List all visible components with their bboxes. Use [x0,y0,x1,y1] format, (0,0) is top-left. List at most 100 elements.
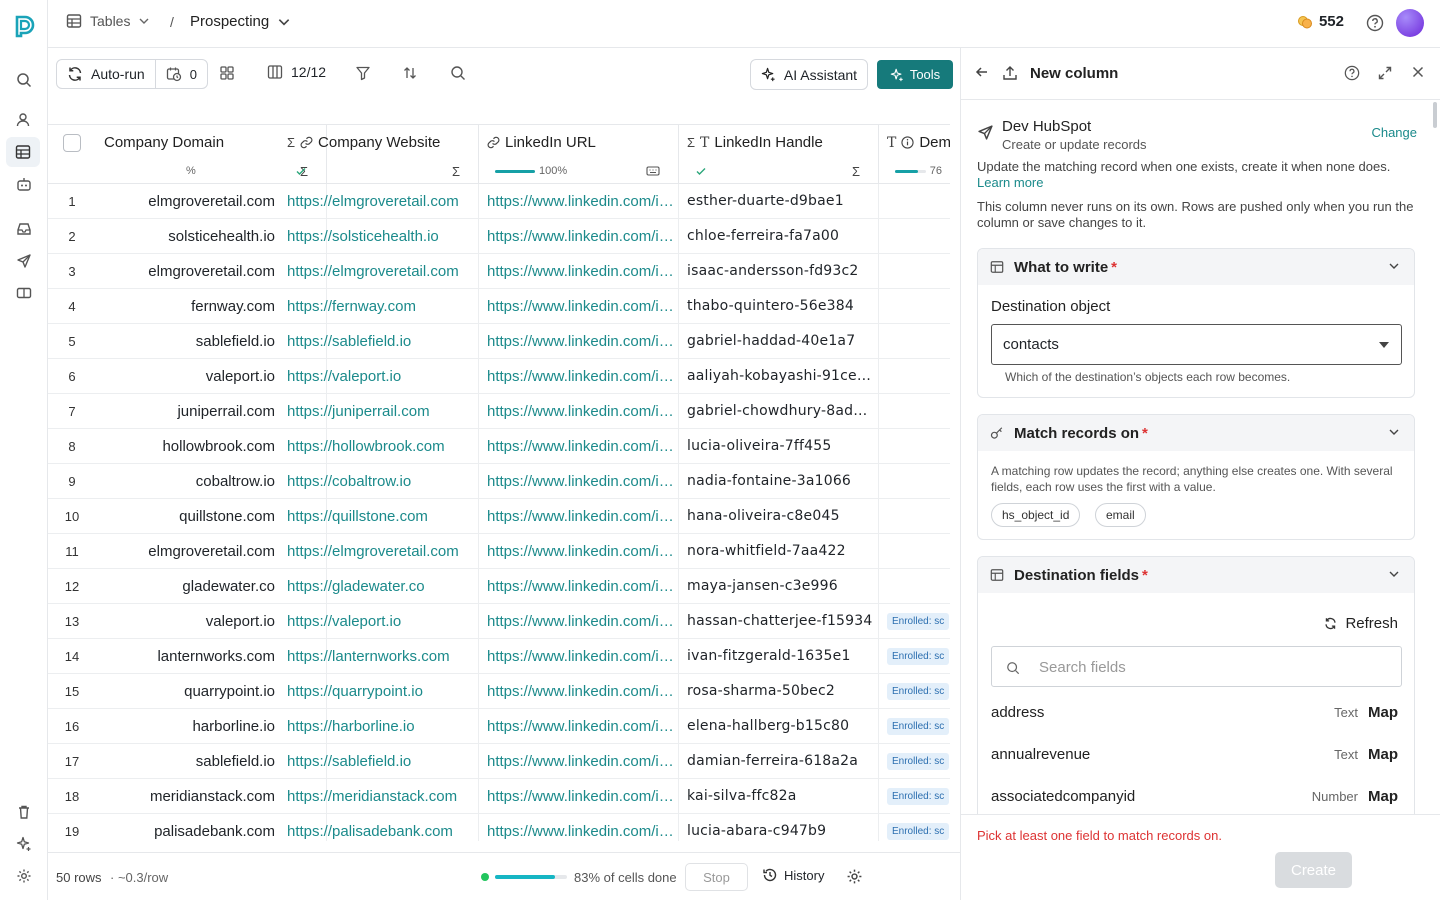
company-website-cell[interactable]: https://hollowbrook.com [279,429,479,463]
send-icon[interactable] [12,249,36,273]
linkedin-url-link[interactable]: https://www.linkedin.com/i… [487,403,674,420]
what-to-write-header[interactable]: What to write * [978,249,1414,285]
dem-cell[interactable] [879,464,950,498]
linkedin-url-link[interactable]: https://www.linkedin.com/i… [487,823,674,840]
linkedin-handle-cell[interactable]: gabriel-chowdhury-8ad… [679,394,879,428]
linkedin-url-cell[interactable]: https://www.linkedin.com/i… [479,254,679,288]
trash-icon[interactable] [12,800,36,824]
contacts-icon[interactable] [12,108,36,132]
tools-button[interactable]: Tools [877,60,953,89]
dem-cell[interactable]: Enrolled: sc [879,779,950,813]
change-destination-link[interactable]: Change [1371,125,1417,140]
table-row[interactable]: 4 fernway.com https://fernway.com https://w… [48,289,950,324]
linkedin-url-cell[interactable]: https://www.linkedin.com/i… [479,324,679,358]
breadcrumb-tables[interactable]: Tables [66,13,150,29]
tables-icon[interactable] [6,137,40,167]
company-website-cell[interactable]: https://elmgroveretail.com [279,534,479,568]
linkedin-handle-cell[interactable]: kai-silva-ffc82a [679,779,879,813]
dem-cell[interactable]: Enrolled: sc [879,744,950,778]
select-all-checkbox[interactable] [63,134,81,152]
linkedin-handle-cell[interactable]: damian-ferreira-618a2a [679,744,879,778]
breadcrumb-page[interactable]: Prospecting [190,13,291,30]
company-website-link[interactable]: https://hollowbrook.com [287,438,445,455]
map-field-button[interactable]: Map [1368,746,1398,763]
linkedin-url-link[interactable]: https://www.linkedin.com/i… [487,333,674,350]
company-website-link[interactable]: https://sablefield.io [287,753,411,770]
dem-cell[interactable] [879,499,950,533]
company-website-link[interactable]: https://valeport.io [287,368,401,385]
close-icon[interactable] [1411,65,1425,79]
company-website-link[interactable]: https://solsticehealth.io [287,228,439,245]
company-website-link[interactable]: https://quillstone.com [287,508,428,525]
company-website-cell[interactable]: https://cobaltrow.io [279,464,479,498]
company-website-cell[interactable]: https://sablefield.io [279,744,479,778]
dem-cell[interactable] [879,289,950,323]
panel-scrollbar[interactable] [1433,102,1437,128]
history-button[interactable]: History [762,867,824,883]
destination-object-select[interactable]: contacts [991,324,1402,365]
linkedin-url-link[interactable]: https://www.linkedin.com/i… [487,543,674,560]
company-website-cell[interactable]: https://harborline.io [279,709,479,743]
help-icon[interactable] [1366,14,1384,32]
linkedin-handle-cell[interactable]: hana-oliveira-c8e045 [679,499,879,533]
linkedin-url-cell[interactable]: https://www.linkedin.com/i… [479,534,679,568]
linkedin-url-cell[interactable]: https://www.linkedin.com/i… [479,744,679,778]
company-website-cell[interactable]: https://quarrypoint.io [279,674,479,708]
schedule-button[interactable]: 0 [156,66,207,82]
linkedin-url-link[interactable]: https://www.linkedin.com/i… [487,788,674,805]
dem-cell[interactable] [879,534,950,568]
dem-cell[interactable] [879,254,950,288]
company-website-link[interactable]: https://palisadebank.com [287,823,453,840]
ai-assistant-button[interactable]: AI Assistant [750,59,868,90]
company-website-link[interactable]: https://gladewater.co [287,578,425,595]
company-website-cell[interactable]: https://solsticehealth.io [279,219,479,253]
linkedin-url-cell[interactable]: https://www.linkedin.com/i… [479,394,679,428]
dem-cell[interactable] [879,219,950,253]
linkedin-url-cell[interactable]: https://www.linkedin.com/i… [479,639,679,673]
linkedin-url-link[interactable]: https://www.linkedin.com/i… [487,473,674,490]
dem-cell[interactable] [879,184,950,218]
company-website-cell[interactable]: https://valeport.io [279,604,479,638]
table-row[interactable]: 10 quillstone.com https://quillstone.com ht… [48,499,950,534]
company-website-link[interactable]: https://juniperrail.com [287,403,430,420]
help-icon[interactable] [1344,65,1360,81]
linkedin-url-link[interactable]: https://www.linkedin.com/i… [487,298,674,315]
linkedin-url-cell[interactable]: https://www.linkedin.com/i… [479,569,679,603]
linkedin-handle-cell[interactable]: esther-duarte-d9bae1 [679,184,879,218]
table-row[interactable]: 1 elmgroveretail.com https://elmgroveretai… [48,184,950,219]
table-row[interactable]: 14 lanternworks.com https://lanternworks.c… [48,639,950,674]
sparkle-icon[interactable] [12,832,36,856]
linkedin-handle-cell[interactable]: thabo-quintero-56e384 [679,289,879,323]
dem-cell[interactable]: Enrolled: sc [879,639,950,673]
company-website-cell[interactable]: https://meridianstack.com [279,779,479,813]
linkedin-url-link[interactable]: https://www.linkedin.com/i… [487,193,674,210]
dem-cell[interactable] [879,429,950,463]
linkedin-handle-cell[interactable]: aaliyah-kobayashi-91ce… [679,359,879,393]
company-website-cell[interactable]: https://sablefield.io [279,324,479,358]
header-linkedin-handle[interactable]: Σ T LinkedIn Handle Σ [679,125,879,183]
dem-cell[interactable]: Enrolled: sc [879,674,950,708]
destination-fields-header[interactable]: Destination fields * [978,557,1414,593]
inbox-icon[interactable] [12,217,36,241]
dem-cell[interactable] [879,569,950,603]
linkedin-url-link[interactable]: https://www.linkedin.com/i… [487,368,674,385]
header-linkedin-url[interactable]: LinkedIn URL 100% [479,125,679,183]
linkedin-handle-cell[interactable]: ivan-fitzgerald-1635e1 [679,639,879,673]
linkedin-url-link[interactable]: https://www.linkedin.com/i… [487,578,674,595]
company-website-link[interactable]: https://elmgroveretail.com [287,543,459,560]
sort-icon[interactable] [402,65,418,81]
linkedin-url-cell[interactable]: https://www.linkedin.com/i… [479,219,679,253]
company-website-cell[interactable]: https://valeport.io [279,359,479,393]
linkedin-url-link[interactable]: https://www.linkedin.com/i… [487,718,674,735]
table-row[interactable]: 7 juniperrail.com https://juniperrail.com h… [48,394,950,429]
linkedin-url-cell[interactable]: https://www.linkedin.com/i… [479,604,679,638]
match-records-header[interactable]: Match records on * [978,415,1414,451]
expand-icon[interactable] [1377,65,1393,81]
company-website-link[interactable]: https://elmgroveretail.com [287,193,459,210]
table-row[interactable]: 3 elmgroveretail.com https://elmgroveretai… [48,254,950,289]
dem-cell[interactable] [879,324,950,358]
company-website-link[interactable]: https://quarrypoint.io [287,683,423,700]
company-website-link[interactable]: https://harborline.io [287,718,415,735]
linkedin-url-cell[interactable]: https://www.linkedin.com/i… [479,779,679,813]
filter-icon[interactable] [355,65,371,81]
